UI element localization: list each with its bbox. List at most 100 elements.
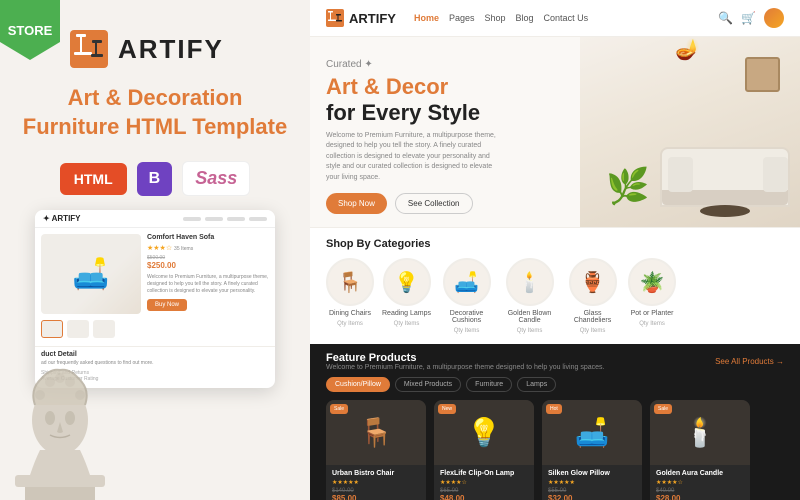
mockup-product-title: Comfort Haven Sofa — [147, 234, 269, 241]
product-info-2: Silken Glow Pillow ★★★★★ $55.00 $32.00 — [542, 465, 642, 500]
cart-icon[interactable]: 🛒 — [741, 11, 756, 25]
sass-badge: Sass — [182, 161, 250, 196]
product-price-2: $32.00 — [548, 494, 636, 500]
user-avatar[interactable] — [764, 8, 784, 28]
hero-room-image: 🪔 🌿 — [580, 37, 800, 227]
category-item-3[interactable]: 🕯️ Golden Blown Candle Qty Items — [502, 258, 557, 334]
category-count-4: Qty Items — [580, 328, 606, 334]
filter-tabs: Cushion/Pillow Mixed Products Furniture … — [326, 377, 784, 392]
headline: Art & Decoration Furniture HTML Template — [23, 84, 287, 141]
nav-logo-text: ARTIFY — [349, 11, 396, 26]
product-card-3[interactable]: 🕯️ Sale Golden Aura Candle ★★★★☆ $40.00 … — [650, 400, 750, 500]
category-count-5: Qty Items — [639, 321, 665, 327]
nav-contact[interactable]: Contact Us — [544, 13, 589, 23]
filter-cushion[interactable]: Cushion/Pillow — [326, 377, 390, 392]
feature-title-block: Feature Products Welcome to Premium Furn… — [326, 352, 604, 371]
product-stars-0: ★★★★★ — [332, 479, 420, 486]
categories-section: Shop By Categories 🪑 Dining Chairs Qty I… — [310, 227, 800, 344]
product-badge-1: New — [438, 404, 456, 414]
product-info-0: Urban Bistro Chair ★★★★★ $140.00 $85.00 — [326, 465, 426, 500]
product-name-0: Urban Bistro Chair — [332, 470, 420, 477]
nav-home[interactable]: Home — [414, 13, 439, 23]
nav-blog[interactable]: Blog — [516, 13, 534, 23]
category-icon-1: 💡 — [383, 258, 431, 306]
product-name-3: Golden Aura Candle — [656, 470, 744, 477]
nav-pages[interactable]: Pages — [449, 13, 475, 23]
shop-now-button[interactable]: Shop Now — [326, 193, 387, 214]
mockup-product-image: 🛋️ — [41, 234, 141, 314]
hero-title-rest: for Every Style — [326, 100, 480, 125]
category-icon-4: 🏺 — [569, 258, 617, 306]
category-item-5[interactable]: 🪴 Pot or Planter Qty Items — [628, 258, 676, 334]
product-price-0: $85.00 — [332, 494, 420, 500]
product-badge-0: Sale — [330, 404, 348, 414]
category-count-2: Qty Items — [454, 328, 480, 334]
mockup-stars: ★★★☆ 35 Items — [147, 244, 269, 252]
category-icon-2: 🛋️ — [443, 258, 491, 306]
categories-grid: 🪑 Dining Chairs Qty Items 💡 Reading Lamp… — [326, 258, 784, 334]
hero-description: Welcome to Premium Furniture, a multipur… — [326, 131, 506, 184]
product-stars-1: ★★★★☆ — [440, 479, 528, 486]
category-icon-0: 🪑 — [326, 258, 374, 306]
filter-furniture[interactable]: Furniture — [466, 377, 512, 392]
category-label-5: Pot or Planter — [631, 310, 674, 317]
category-item-4[interactable]: 🏺 Glass Chandeliers Qty Items — [565, 258, 620, 334]
store-badge: STORE — [0, 0, 60, 60]
lamp-decoration: 🪔 — [675, 37, 700, 62]
categories-title: Shop By Categories — [326, 238, 784, 250]
sofa-decoration — [660, 147, 790, 207]
product-name-2: Silken Glow Pillow — [548, 470, 636, 477]
table-decoration — [700, 205, 750, 217]
logo-icon — [70, 30, 108, 68]
category-label-1: Reading Lamps — [382, 310, 431, 317]
hero-section: Curated ✦ Art & Decor for Every Style We… — [310, 37, 800, 227]
nav-links: Home Pages Shop Blog Contact Us — [414, 13, 710, 23]
category-count-3: Qty Items — [517, 328, 543, 334]
products-grid: 🪑 Sale Urban Bistro Chair ★★★★★ $140.00 … — [326, 400, 784, 500]
feature-header: Feature Products Welcome to Premium Furn… — [326, 352, 784, 371]
product-image-0: 🪑 Sale — [326, 400, 426, 465]
nav-actions: 🔍 🛒 — [718, 8, 784, 28]
category-label-4: Glass Chandeliers — [565, 310, 620, 324]
product-info-3: Golden Aura Candle ★★★★☆ $40.00 $28.00 — [650, 465, 750, 500]
category-item-1[interactable]: 💡 Reading Lamps Qty Items — [382, 258, 431, 334]
hero-buttons: Shop Now See Collection — [326, 193, 564, 214]
category-icon-3: 🕯️ — [506, 258, 554, 306]
see-all-button[interactable]: See All Products → — [715, 357, 784, 366]
tech-badges: HTML B Sass — [60, 161, 251, 196]
product-card-1[interactable]: 💡 New FlexLife Clip-On Lamp ★★★★☆ $65.00… — [434, 400, 534, 500]
see-collection-button[interactable]: See Collection — [395, 193, 473, 214]
navbar: ARTIFY Home Pages Shop Blog Contact Us 🔍… — [310, 0, 800, 37]
search-icon[interactable]: 🔍 — [718, 11, 733, 25]
mockup-product-info: Comfort Haven Sofa ★★★☆ 35 Items $500.00… — [147, 234, 269, 314]
nav-shop[interactable]: Shop — [485, 13, 506, 23]
mockup-logo: ✦ ARTIFY — [43, 214, 81, 223]
filter-lamps[interactable]: Lamps — [517, 377, 556, 392]
product-name-1: FlexLife Clip-On Lamp — [440, 470, 528, 477]
product-image-2: 🛋️ Hot — [542, 400, 642, 465]
plant-decoration: 🌿 — [606, 166, 650, 207]
product-card-2[interactable]: 🛋️ Hot Silken Glow Pillow ★★★★★ $55.00 $… — [542, 400, 642, 500]
mockup-header: ✦ ARTIFY — [35, 210, 275, 228]
hero-subtitle: Curated ✦ — [326, 59, 564, 70]
category-item-0[interactable]: 🪑 Dining Chairs Qty Items — [326, 258, 374, 334]
category-count-1: Qty Items — [394, 321, 420, 327]
filter-mixed[interactable]: Mixed Products — [395, 377, 461, 392]
hero-content: Curated ✦ Art & Decor for Every Style We… — [310, 37, 580, 227]
product-info-1: FlexLife Clip-On Lamp ★★★★☆ $65.00 $48.0… — [434, 465, 534, 500]
product-price-1: $48.00 — [440, 494, 528, 500]
bootstrap-badge: B — [137, 162, 173, 196]
logo-text: ARTIFY — [118, 34, 224, 65]
hero-title: Art & Decor for Every Style — [326, 74, 564, 127]
category-count-0: Qty Items — [337, 321, 363, 327]
feature-subtitle: Welcome to Premium Furniture, a multipur… — [326, 364, 604, 371]
nav-logo: ARTIFY — [326, 9, 396, 27]
product-badge-2: Hot — [546, 404, 562, 414]
hero-title-orange: Art & Decor — [326, 74, 448, 99]
product-card-0[interactable]: 🪑 Sale Urban Bistro Chair ★★★★★ $140.00 … — [326, 400, 426, 500]
category-item-2[interactable]: 🛋️ Decorative Cushions Qty Items — [439, 258, 494, 334]
mockup-buy-btn[interactable]: Buy Now — [147, 299, 187, 311]
product-image-3: 🕯️ Sale — [650, 400, 750, 465]
html-badge: HTML — [60, 163, 127, 195]
product-stars-2: ★★★★★ — [548, 479, 636, 486]
